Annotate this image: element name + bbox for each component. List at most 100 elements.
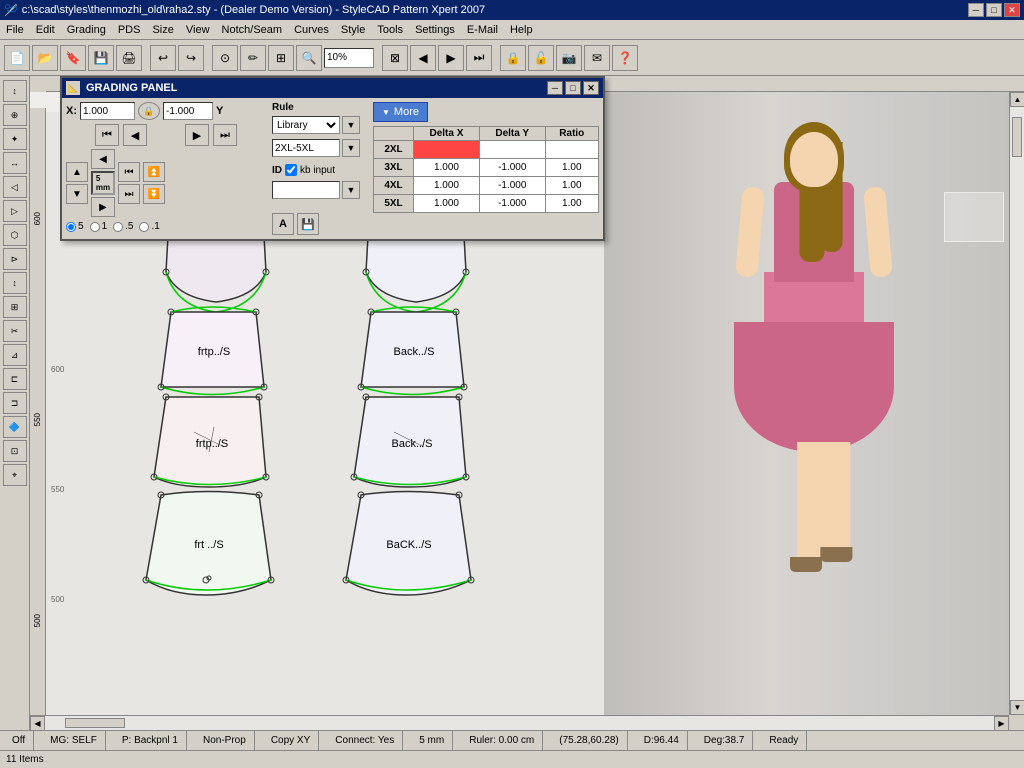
lt-tool8[interactable]: ⊞: [3, 296, 27, 318]
id-dropdown-btn[interactable]: ▼: [342, 181, 360, 199]
menu-notch-seam[interactable]: Notch/Seam: [216, 22, 289, 38]
h-scroll-thumb[interactable]: [65, 718, 125, 728]
menu-tools[interactable]: Tools: [371, 22, 409, 38]
size-dropdown-btn[interactable]: ▼: [342, 139, 360, 157]
dx-5xl[interactable]: 1.000: [414, 195, 480, 213]
prev-button[interactable]: ◀: [410, 45, 436, 71]
menu-file[interactable]: File: [0, 22, 30, 38]
menu-curves[interactable]: Curves: [288, 22, 335, 38]
menu-help[interactable]: Help: [504, 22, 539, 38]
pencil-button[interactable]: ✏: [240, 45, 266, 71]
move-right-btn[interactable]: ▶: [91, 197, 115, 217]
maximize-button[interactable]: □: [986, 3, 1002, 17]
lt-tool14[interactable]: ⊡: [3, 440, 27, 462]
grading-panel-minimize[interactable]: ─: [547, 81, 563, 95]
print-button[interactable]: 🖨: [116, 45, 142, 71]
extra-btn1[interactable]: ⏫: [143, 162, 165, 182]
undo-button[interactable]: ↩: [150, 45, 176, 71]
mm-center-btn[interactable]: 5mm: [91, 171, 115, 195]
lt-tool1[interactable]: ✦: [3, 128, 27, 150]
lt-tool6[interactable]: ⊳: [3, 248, 27, 270]
size-range-input[interactable]: [272, 139, 340, 157]
open-button[interactable]: 📂: [32, 45, 58, 71]
menu-style[interactable]: Style: [335, 22, 371, 38]
ratio-5xl[interactable]: 1.00: [545, 195, 598, 213]
ratio-3xl[interactable]: 1.00: [545, 159, 598, 177]
library-select[interactable]: Library: [272, 116, 340, 134]
dx-4xl[interactable]: 1.000: [414, 177, 480, 195]
redo-button[interactable]: ↪: [178, 45, 204, 71]
more-button[interactable]: ▼ More: [373, 102, 428, 122]
v-scrollbar[interactable]: ▲ ▼: [1009, 92, 1024, 715]
prev-nav-btn[interactable]: ◀: [123, 124, 147, 146]
library-dropdown-btn[interactable]: ▼: [342, 116, 360, 134]
last-nav-btn[interactable]: ⏭: [213, 124, 237, 146]
first-nav-btn[interactable]: ⏮: [95, 124, 119, 146]
dy-5xl[interactable]: -1.000: [479, 195, 545, 213]
table-row[interactable]: 4XL 1.000 -1.000 1.00: [374, 177, 599, 195]
scroll-right-btn[interactable]: ▶: [994, 716, 1009, 731]
lt-select-btn[interactable]: ⊕: [3, 104, 27, 126]
email-button[interactable]: ✉: [584, 45, 610, 71]
select-button[interactable]: ⊙: [212, 45, 238, 71]
grading-panel-maximize[interactable]: □: [565, 81, 581, 95]
close-button[interactable]: ✕: [1004, 3, 1020, 17]
scroll-down-btn[interactable]: ▼: [1010, 700, 1024, 715]
zoom-input[interactable]: 10%: [324, 48, 374, 68]
dy-2xl[interactable]: [479, 141, 545, 159]
x-input[interactable]: [80, 102, 135, 120]
style-button[interactable]: 🔖: [60, 45, 86, 71]
table-row[interactable]: 2XL: [374, 141, 599, 159]
v-scroll-track[interactable]: [1010, 107, 1024, 700]
ffwd-btn[interactable]: ⏭: [118, 184, 140, 204]
next-button[interactable]: ▶: [438, 45, 464, 71]
lt-tool2[interactable]: ↔: [3, 152, 27, 174]
lt-tool3[interactable]: ◁: [3, 176, 27, 198]
menu-email[interactable]: E-Mail: [461, 22, 504, 38]
radio-1[interactable]: 1: [90, 221, 108, 232]
next-nav-btn[interactable]: ▶: [185, 124, 209, 146]
radio-half[interactable]: .5: [113, 221, 133, 232]
ratio-4xl[interactable]: 1.00: [545, 177, 598, 195]
menu-grading[interactable]: Grading: [61, 22, 112, 38]
zoom-button[interactable]: 🔍: [296, 45, 322, 71]
lt-tool4[interactable]: ▷: [3, 200, 27, 222]
lt-tool15[interactable]: ⌖: [3, 464, 27, 486]
unlock-button[interactable]: 🔓: [528, 45, 554, 71]
scroll-left-btn[interactable]: ◀: [30, 716, 45, 731]
text-btn[interactable]: A: [272, 213, 294, 235]
menu-settings[interactable]: Settings: [409, 22, 461, 38]
lock-toggle[interactable]: 🔒: [138, 102, 160, 120]
lt-tool11[interactable]: ⊏: [3, 368, 27, 390]
table-row[interactable]: 3XL 1.000 -1.000 1.00: [374, 159, 599, 177]
radio-tenth[interactable]: .1: [139, 221, 159, 232]
lt-tool9[interactable]: ✂: [3, 320, 27, 342]
rewind-btn[interactable]: ⏮: [118, 162, 140, 182]
menu-pds[interactable]: PDS: [112, 22, 147, 38]
lt-tool12[interactable]: ⊐: [3, 392, 27, 414]
help-button[interactable]: ❓: [612, 45, 638, 71]
lt-tool13[interactable]: 🔷: [3, 416, 27, 438]
grid-button[interactable]: ⊞: [268, 45, 294, 71]
menu-view[interactable]: View: [180, 22, 216, 38]
kb-input-checkbox[interactable]: [285, 164, 297, 176]
ratio-2xl[interactable]: [545, 141, 598, 159]
save-button[interactable]: 💾: [88, 45, 114, 71]
lock-button[interactable]: 🔒: [500, 45, 526, 71]
scroll-up-btn[interactable]: ▲: [1010, 92, 1024, 107]
extra-btn2[interactable]: ⏬: [143, 184, 165, 204]
menu-edit[interactable]: Edit: [30, 22, 61, 38]
move-up-btn[interactable]: ▲: [66, 162, 88, 182]
camera-button[interactable]: 📷: [556, 45, 582, 71]
menu-size[interactable]: Size: [146, 22, 179, 38]
h-scroll-track[interactable]: [45, 716, 994, 730]
grading-panel-titlebar[interactable]: 📐 GRADING PANEL ─ □ ✕: [62, 78, 603, 98]
end-button[interactable]: ⏭: [466, 45, 492, 71]
new-button[interactable]: 📄: [4, 45, 30, 71]
lt-tool7[interactable]: ↕: [3, 272, 27, 294]
lt-tool10[interactable]: ⊿: [3, 344, 27, 366]
radio-5[interactable]: 5: [66, 221, 84, 232]
move-down-btn[interactable]: ▼: [66, 184, 88, 204]
save-rule-btn[interactable]: 💾: [297, 213, 319, 235]
lt-tool5[interactable]: ⬡: [3, 224, 27, 246]
